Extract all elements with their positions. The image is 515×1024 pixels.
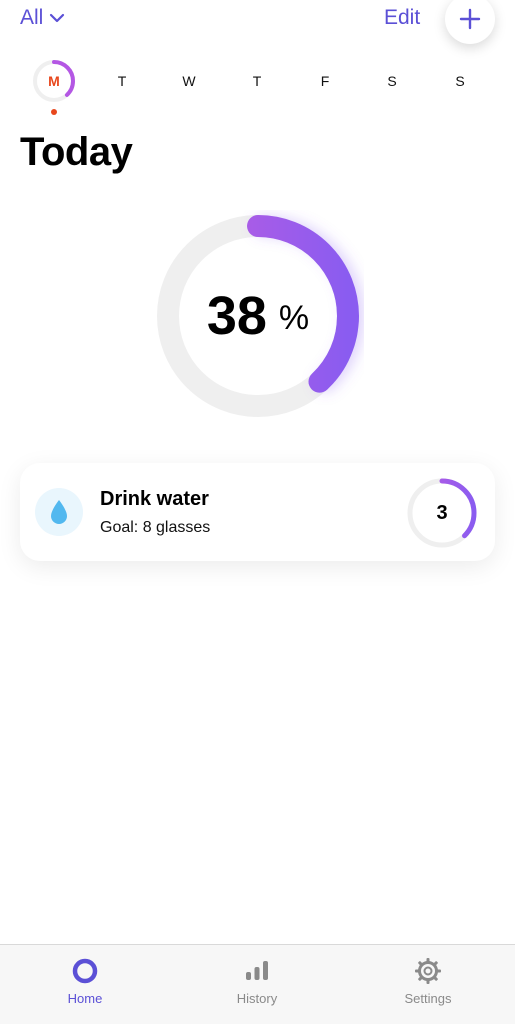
habit-goal: Goal: 8 glasses [100,519,211,536]
tab-label: History [236,991,278,1006]
overall-progress-ring: 38 % [152,210,364,422]
add-habit-button[interactable] [445,0,495,44]
tab-settings[interactable]: Settings [368,957,488,1013]
edit-button[interactable]: Edit [384,6,420,30]
habit-progress-counter[interactable]: 3 [404,475,480,551]
bar-chart-icon [246,961,268,980]
day-label: T [252,73,262,89]
filter-dropdown[interactable]: All [20,6,65,30]
day-label: M [48,73,60,89]
chevron-down-icon [50,13,65,23]
filter-label: All [20,6,44,29]
day-monday[interactable]: M [31,58,77,104]
habit-name: Drink water [100,488,209,510]
overall-percent-value: 38 [206,286,267,346]
day-friday[interactable]: F [302,58,348,104]
gear-icon [415,958,441,984]
day-thursday[interactable]: T [234,58,280,104]
day-label: S [387,73,397,89]
day-tuesday[interactable]: T [99,58,145,104]
today-indicator-dot [51,109,57,115]
day-sunday[interactable]: S [437,58,483,104]
tab-label: Home [67,991,103,1006]
tab-history[interactable]: History [197,957,317,1013]
plus-icon [459,8,481,30]
day-label: T [117,73,127,89]
habit-card-drink-water[interactable]: Drink water Goal: 8 glasses 3 [20,463,495,561]
home-ring-icon [72,958,98,984]
habit-count: 3 [436,501,448,524]
day-label: W [182,73,196,89]
tab-home[interactable]: Home [25,957,145,1013]
day-saturday[interactable]: S [369,58,415,104]
week-day-selector: M T W T F S S [0,58,515,118]
overall-percent-unit: % [278,298,310,337]
water-drop-icon [35,488,83,536]
tab-label: Settings [404,991,452,1006]
tab-bar: Home History Settings [0,944,515,1024]
page-title: Today [20,130,133,174]
top-bar: All Edit [0,0,515,50]
day-label: F [320,73,330,89]
day-label: S [455,73,465,89]
day-wednesday[interactable]: W [166,58,212,104]
